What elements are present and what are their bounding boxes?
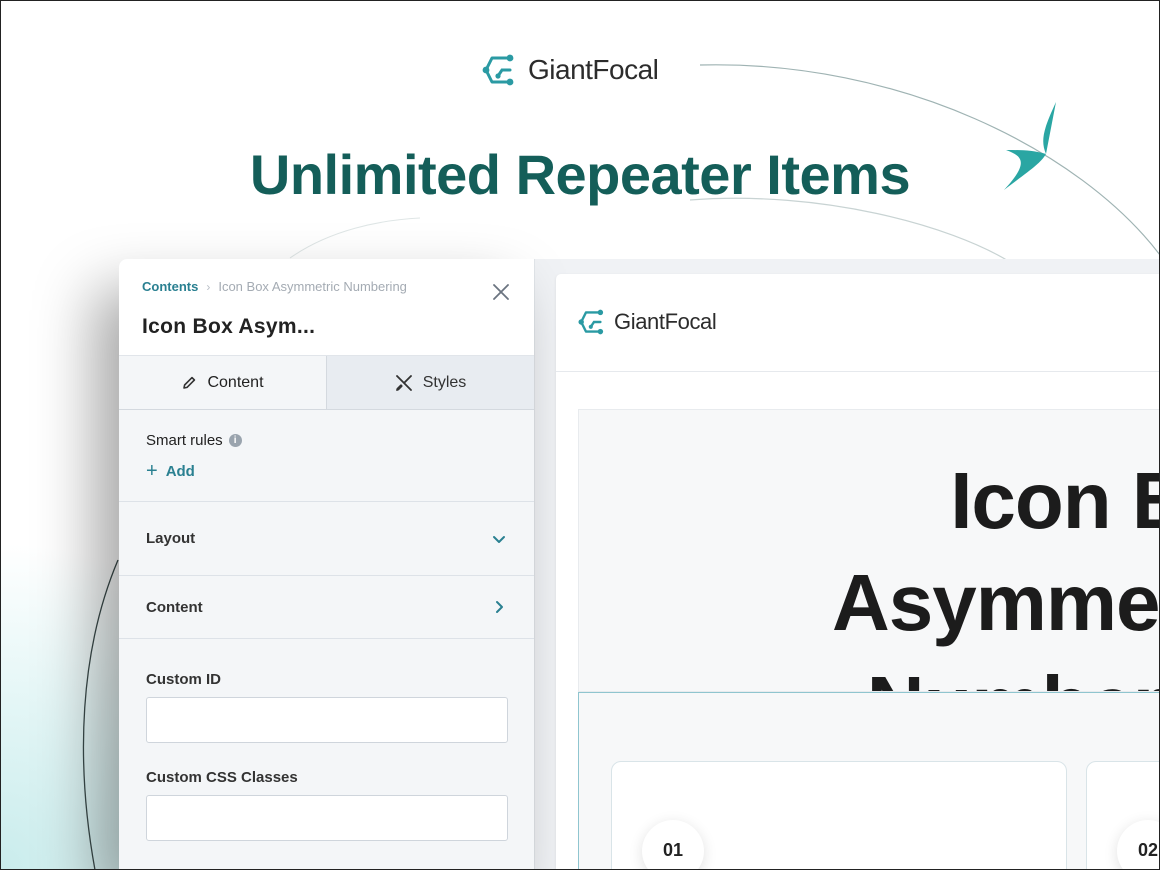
preview-content: Icon Box Asymmetric Numbering 01 02 — [556, 274, 1160, 870]
hero-section: Icon Box Asymmetric Numbering — [578, 409, 1160, 692]
advanced-fields: Custom ID Custom CSS Classes — [119, 671, 534, 841]
content-accordion[interactable]: Content — [119, 576, 534, 639]
number-badge: 01 — [642, 820, 704, 870]
panel-title: Icon Box Asym... — [142, 315, 316, 338]
custom-id-field[interactable] — [146, 697, 508, 743]
breadcrumb-chevron-icon: › — [206, 279, 211, 294]
tab-content-label: Content — [207, 373, 264, 391]
layout-accordion[interactable]: Layout — [119, 502, 534, 576]
hero-clip: Icon Box Asymmetric Numbering — [579, 410, 1160, 691]
headline: Unlimited Repeater Items — [249, 143, 911, 206]
brand-name: GiantFocal — [528, 54, 659, 85]
smart-rules-text: Smart rules — [146, 432, 223, 449]
layout-accordion-label: Layout — [146, 530, 196, 547]
tab-content[interactable]: Content — [119, 356, 327, 409]
editor-panel: Contents › Icon Box Asymmetric Numbering… — [119, 259, 534, 870]
icon-box-card[interactable]: 02 — [1086, 761, 1160, 870]
icon-box-card[interactable]: 01 — [611, 761, 1067, 870]
tab-styles[interactable]: Styles — [327, 356, 534, 409]
tab-styles-label: Styles — [422, 373, 467, 391]
giantfocal-logo-icon — [482, 54, 514, 86]
plus-icon: + — [146, 460, 158, 482]
breadcrumb: Contents › Icon Box Asymmetric Numbering — [142, 279, 407, 294]
add-rule-button[interactable]: + Add — [146, 461, 507, 481]
panel-header: Contents › Icon Box Asymmetric Numbering… — [119, 259, 534, 356]
icon-box-grid[interactable]: 01 02 — [578, 692, 1160, 870]
smart-rules-section: Smart rules i + Add — [119, 410, 534, 502]
info-icon[interactable]: i — [228, 434, 242, 447]
breadcrumb-current: Icon Box Asymmetric Numbering — [218, 279, 407, 294]
pencil-icon — [183, 376, 196, 389]
custom-css-classes-field[interactable] — [146, 795, 508, 841]
custom-css-classes-label: Custom CSS Classes — [146, 769, 298, 786]
smart-rules-label: Smart rules i — [146, 432, 507, 449]
number-badge: 02 — [1117, 820, 1160, 870]
panel-tabs: Content Styles — [119, 356, 534, 410]
add-rule-label: Add — [165, 462, 195, 480]
chevron-right-icon — [496, 601, 503, 613]
hero-title: Icon Box Asymmetric Numbering — [831, 456, 1160, 691]
close-icon[interactable] — [490, 281, 512, 303]
custom-id-label: Custom ID — [146, 671, 221, 688]
brush-ruler-icon — [395, 374, 412, 391]
brand-logo: GiantFocal — [482, 50, 659, 90]
breadcrumb-contents-link[interactable]: Contents — [142, 279, 198, 294]
chevron-down-icon — [493, 535, 505, 543]
content-accordion-label: Content — [146, 598, 203, 616]
sparkle-star-icon — [1004, 102, 1056, 190]
